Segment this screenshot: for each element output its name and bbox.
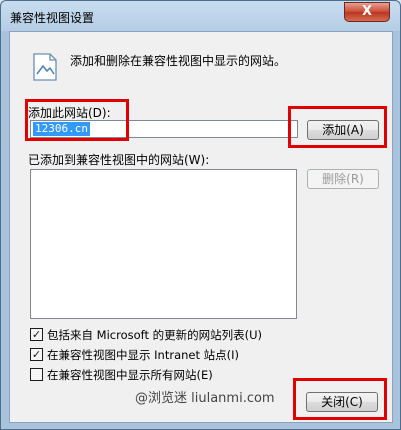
dialog-content: 添加和删除在兼容性视图中显示的网站。 添加此网站(D): 12306.cn 添加… [9, 31, 393, 423]
remove-button[interactable]: 删除(R) [307, 169, 379, 189]
close-window-button[interactable]: X [344, 2, 390, 22]
site-list[interactable] [30, 169, 297, 319]
show-all-sites-checkbox[interactable] [30, 368, 43, 381]
include-microsoft-list-label: 包括来自 Microsoft 的更新的网站列表(U) [47, 328, 263, 342]
show-intranet-checkbox[interactable]: ✓ [30, 348, 43, 361]
compatibility-view-dialog: 兼容性视图设置 X 添加和删除在兼容性视图中显示的网站。 添加此网站(D): 1… [0, 0, 401, 430]
title-bar: 兼容性视图设置 X [1, 1, 401, 31]
info-text: 添加和删除在兼容性视图中显示的网站。 [70, 54, 287, 68]
dialog-title: 兼容性视图设置 [10, 11, 95, 25]
watermark-text: @浏览迷 liulanmi.com [135, 391, 275, 406]
highlight-box-add [288, 106, 387, 148]
show-intranet-label: 在兼容性视图中显示 Intranet 站点(I) [47, 348, 240, 362]
highlight-box-input [25, 99, 129, 141]
show-all-sites-label: 在兼容性视图中显示所有网站(E) [47, 368, 213, 382]
include-microsoft-list-checkbox[interactable]: ✓ [30, 328, 43, 341]
highlight-box-close [293, 378, 387, 420]
site-list-label: 已添加到兼容性视图中的网站(W): [28, 153, 210, 167]
landscape-document-icon [33, 53, 57, 81]
